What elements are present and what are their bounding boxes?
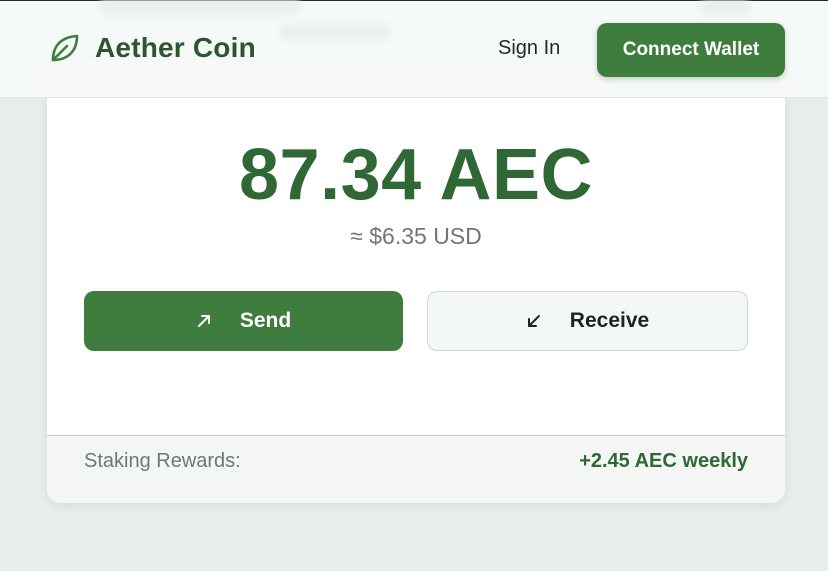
receive-label: Receive: [569, 309, 650, 332]
leaf-icon: [51, 34, 79, 62]
brand-logo[interactable]: Aether Coin: [48, 31, 256, 65]
balance-amount: 87.34 AEC: [238, 135, 594, 215]
background-ghost-text: [280, 23, 390, 41]
arrow-up-right-icon: [197, 315, 210, 327]
send-button[interactable]: Send: [84, 291, 403, 351]
site-header: Aether Coin Sign In Connect Wallet: [0, 0, 828, 98]
staking-footer: Staking Rewards: +2.45 AEC weekly: [47, 435, 785, 503]
background-ghost-text: [100, 0, 300, 17]
staking-value: +2.45 AEC weekly: [579, 450, 748, 472]
staking-label: Staking Rewards:: [84, 450, 241, 472]
background-ghost-text: [700, 0, 750, 17]
send-label: Send: [239, 309, 292, 332]
brand-name: Aether Coin: [95, 32, 256, 63]
connect-wallet-button[interactable]: Connect Wallet: [597, 23, 785, 77]
sign-in-link[interactable]: Sign In: [498, 37, 560, 60]
receive-button[interactable]: Receive: [427, 291, 748, 351]
balance-card: 87.34 AEC ≈ $6.35 USD Send Receive Staki…: [47, 60, 785, 503]
arrow-down-left-icon: [527, 315, 540, 327]
balance-usd-equivalent: ≈ $6.35 USD: [350, 223, 482, 249]
